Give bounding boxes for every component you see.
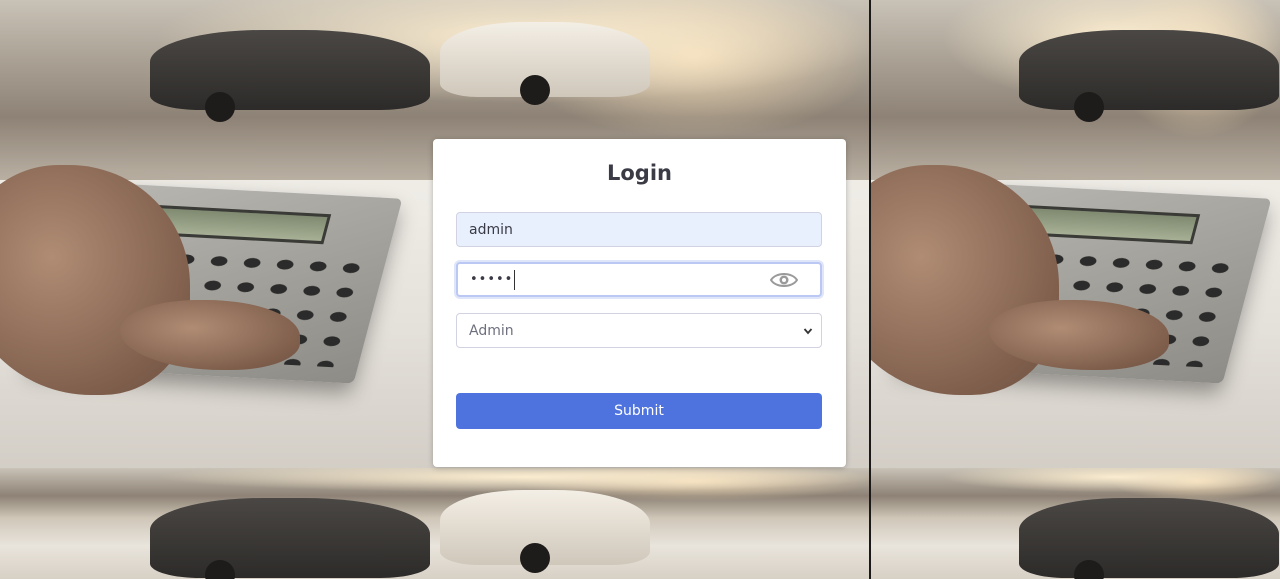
login-title: Login — [607, 161, 672, 185]
background-photo-tile — [0, 468, 869, 579]
submit-button[interactable]: Submit — [456, 393, 822, 429]
username-input[interactable]: admin — [456, 212, 822, 247]
role-select-value: Admin — [469, 322, 514, 339]
login-card: Login admin ••••• Admin Submit — [433, 139, 846, 467]
password-value: ••••• — [470, 272, 514, 287]
background-photo-tile — [869, 0, 1280, 468]
chevron-down-icon — [803, 327, 813, 334]
eye-icon[interactable] — [770, 271, 798, 289]
password-input[interactable]: ••••• — [456, 262, 822, 297]
role-select[interactable]: Admin — [456, 313, 822, 348]
login-page: Login admin ••••• Admin Submit — [0, 0, 1280, 579]
username-value: admin — [469, 221, 513, 238]
background-photo-tile — [869, 468, 1280, 579]
text-cursor — [514, 269, 516, 290]
